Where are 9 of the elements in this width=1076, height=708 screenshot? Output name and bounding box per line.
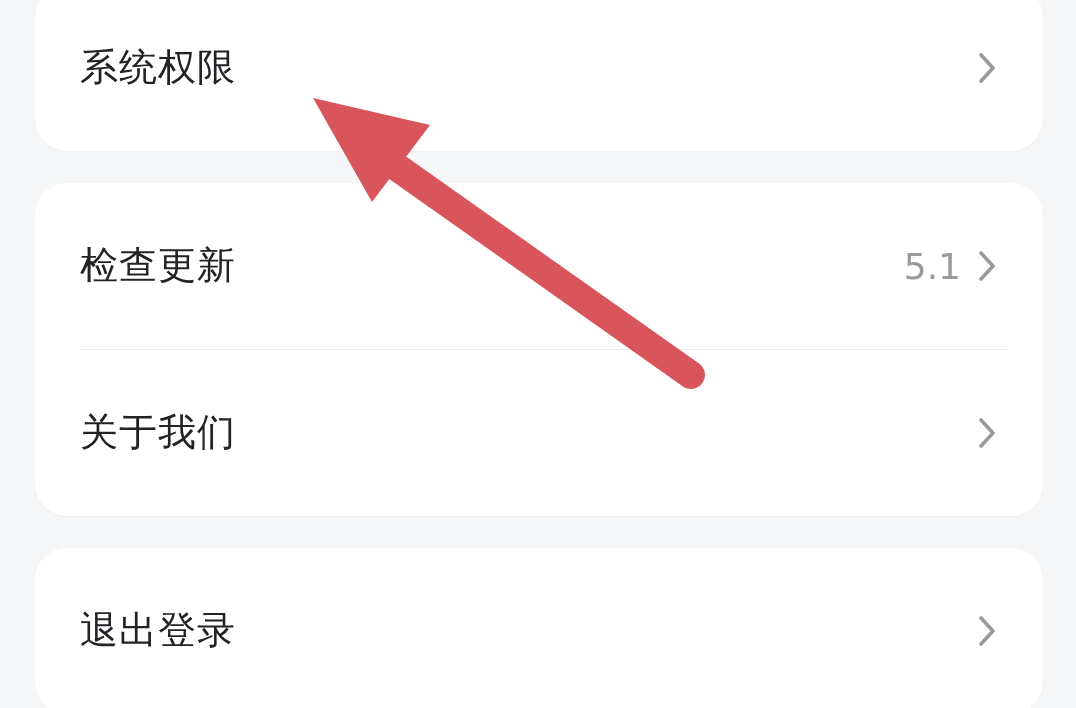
chevron-right-icon[interactable] — [979, 53, 995, 83]
menu-item[interactable]: 退出登录 — [80, 608, 236, 654]
menu-item[interactable]: 检查更新 — [80, 243, 236, 289]
chevron-right-icon[interactable] — [979, 418, 995, 448]
chevron-right-icon[interactable] — [979, 251, 995, 281]
chevron-right-icon[interactable] — [979, 616, 995, 646]
menu-item[interactable]: 系统权限 — [80, 45, 236, 91]
version-text: 5.1 — [903, 245, 961, 287]
menu-item[interactable]: 关于我们 — [80, 410, 236, 456]
